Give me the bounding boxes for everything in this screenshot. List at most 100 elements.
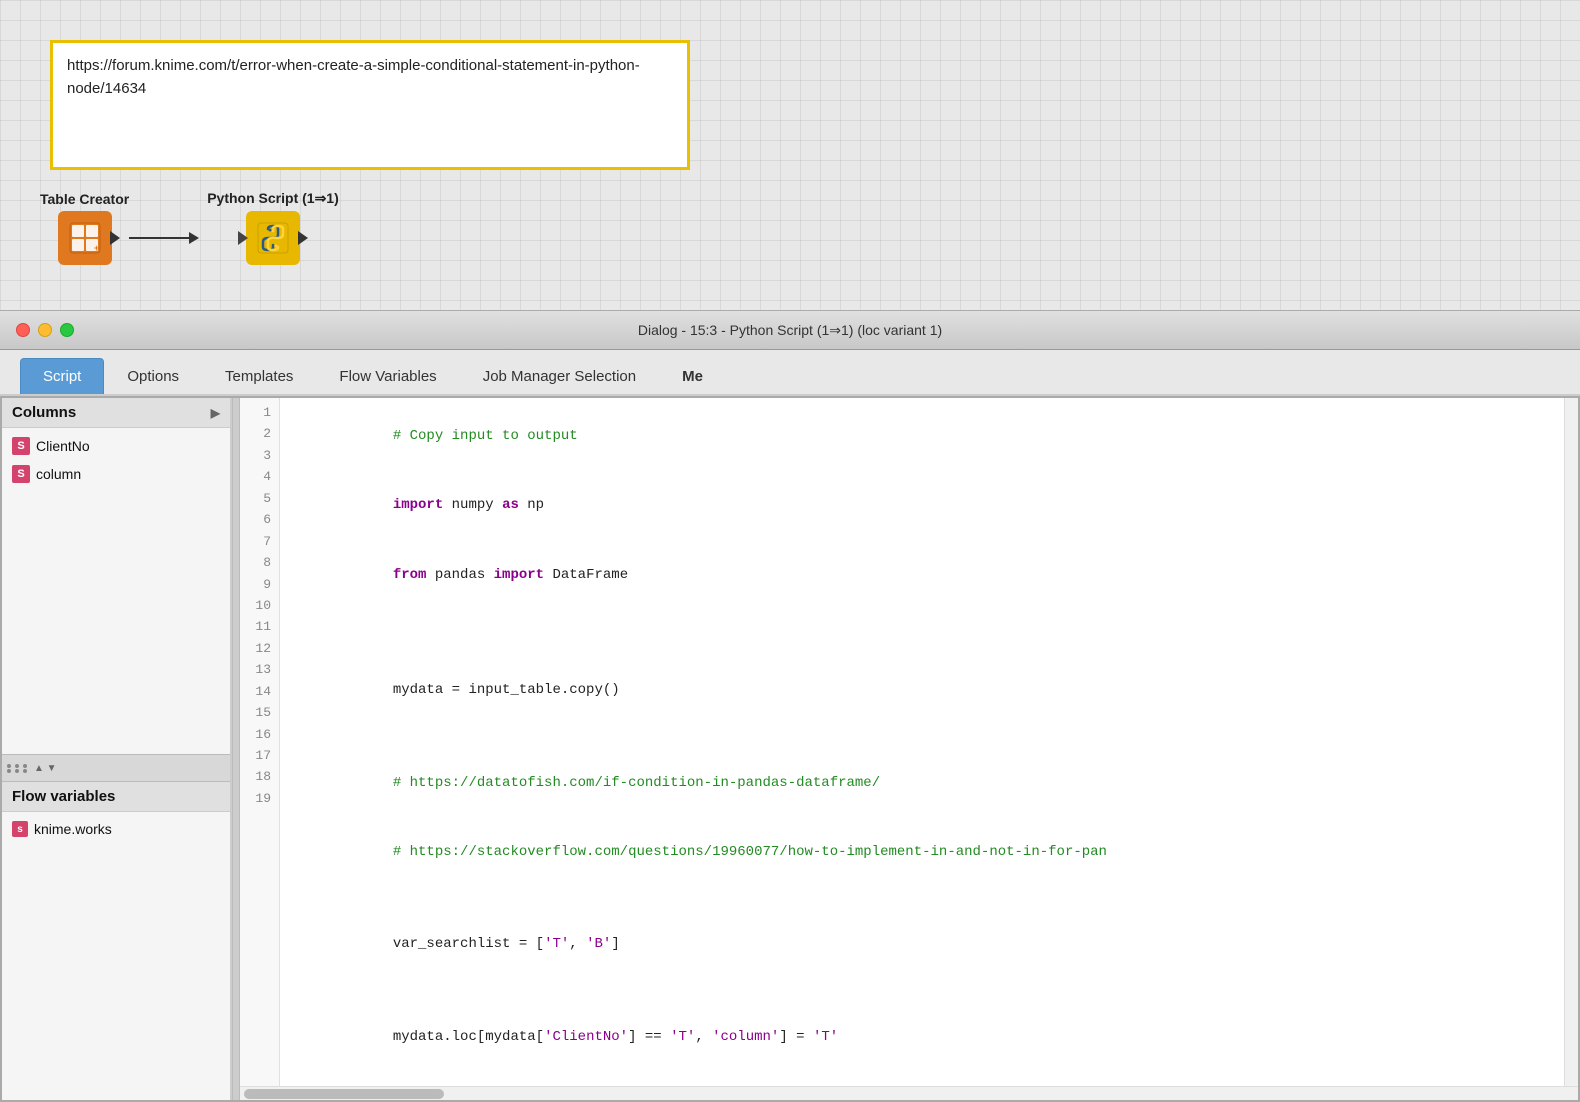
divider-dot [23, 764, 27, 768]
line-num-9: 9 [240, 574, 279, 595]
code-comment-8: # https://datatofish.com/if-condition-in… [393, 775, 880, 791]
divider-dot [7, 764, 11, 768]
minimize-button[interactable] [38, 323, 52, 337]
code-content: 1 2 3 4 5 6 7 8 9 10 11 12 13 14 15 16 1 [240, 398, 1578, 1086]
flow-var-item-knime[interactable]: s knime.works [2, 816, 230, 842]
code-str-t13: 'T' [670, 1029, 695, 1045]
code-dataframe: DataFrame [544, 567, 628, 583]
divider-dot [7, 769, 11, 773]
divider-dot [15, 769, 19, 773]
code-line-10 [292, 887, 1552, 910]
code-kw-as: as [502, 497, 519, 513]
code-line-7 [292, 725, 1552, 748]
tab-job-manager[interactable]: Job Manager Selection [460, 358, 659, 394]
tab-options[interactable]: Options [104, 358, 202, 394]
scrollbar-thumb[interactable] [244, 1089, 444, 1099]
code-str-t: 'T' [544, 936, 569, 952]
code-str-clientno13: 'ClientNo' [544, 1029, 628, 1045]
code-bracket-end: ] [611, 936, 619, 952]
divider-dot [23, 769, 27, 773]
code-comma: , [569, 936, 586, 952]
code-line-2: import numpy as np [292, 471, 1552, 540]
table-creator-output-port [110, 231, 120, 245]
line-num-10: 10 [240, 595, 279, 616]
code-str-b: 'B' [586, 936, 611, 952]
line-num-17: 17 [240, 745, 279, 766]
flow-variables-label: Flow variables [12, 788, 115, 805]
canvas-area: https://forum.knime.com/t/error-when-cre… [0, 0, 1580, 310]
horizontal-scrollbar[interactable] [240, 1086, 1578, 1100]
traffic-lights [16, 323, 74, 337]
title-bar: Dialog - 15:3 - Python Script (1⇒1) (loc… [0, 310, 1580, 350]
main-content: Columns ▶ S ClientNo S column [0, 396, 1580, 1102]
table-creator-svg: + [68, 221, 102, 255]
line-num-11: 11 [240, 616, 279, 637]
python-script-node[interactable]: Python Script (1⇒1) [207, 190, 339, 265]
tab-me[interactable]: Me [659, 358, 726, 394]
code-str-col13: 'column' [712, 1029, 779, 1045]
line-num-7: 7 [240, 531, 279, 552]
vertical-scrollbar[interactable] [1564, 398, 1578, 1086]
connector-arrow [189, 232, 199, 244]
line-num-8: 8 [240, 552, 279, 573]
tab-templates[interactable]: Templates [202, 358, 316, 394]
maximize-button[interactable] [60, 323, 74, 337]
columns-label: Columns [12, 404, 76, 421]
line-num-3: 3 [240, 445, 279, 466]
code-line-11: var_searchlist = ['T', 'B'] [292, 910, 1552, 979]
code-kw-import2: import [494, 567, 544, 583]
line-num-15: 15 [240, 702, 279, 723]
line-num-12: 12 [240, 638, 279, 659]
column-item-clientno[interactable]: S ClientNo [2, 432, 230, 460]
code-line-12 [292, 979, 1552, 1002]
line-num-18: 18 [240, 766, 279, 787]
code-line-5 [292, 633, 1552, 656]
url-text: https://forum.knime.com/t/error-when-cre… [67, 57, 640, 97]
clientno-type-badge: S [12, 437, 30, 455]
code-mydata-copy: mydata = input_table.copy() [393, 682, 620, 698]
code-str-val-t13: 'T' [813, 1029, 838, 1045]
column-type-badge: S [12, 465, 30, 483]
panel-section-divider[interactable]: ▲ ▼ [2, 754, 230, 782]
table-creator-label: Table Creator [40, 191, 129, 207]
url-box: https://forum.knime.com/t/error-when-cre… [50, 40, 690, 170]
code-kw-import: import [393, 497, 443, 513]
line-num-6: 6 [240, 509, 279, 530]
line-num-4: 4 [240, 466, 279, 487]
code-np: np [519, 497, 544, 513]
code-line-3: from pandas import DataFrame [292, 541, 1552, 610]
tab-flow-variables[interactable]: Flow Variables [316, 358, 459, 394]
line-num-14: 14 [240, 681, 279, 702]
divider-handle [6, 764, 28, 773]
dialog-title: Dialog - 15:3 - Python Script (1⇒1) (loc… [638, 322, 942, 339]
divider-dot [15, 764, 19, 768]
code-var-list-start: var_searchlist = [ [393, 936, 544, 952]
code-comment-1: # Copy input to output [393, 428, 578, 444]
flow-variables-header: Flow variables [2, 782, 230, 812]
line-num-13: 13 [240, 659, 279, 680]
knime-var-type-badge: s [12, 821, 28, 837]
line-num-1: 1 [240, 402, 279, 423]
column-item-column[interactable]: S column [2, 460, 230, 488]
columns-header: Columns ▶ [2, 398, 230, 428]
code-kw-from: from [393, 567, 427, 583]
divider-arrows: ▲ ▼ [34, 763, 57, 774]
columns-collapse-arrow[interactable]: ▶ [211, 406, 220, 420]
python-input-port [238, 231, 248, 245]
resize-handle[interactable] [232, 398, 240, 1100]
python-script-icon[interactable] [246, 211, 300, 265]
code-pandas: pandas [426, 567, 493, 583]
column-name: column [36, 466, 81, 482]
knime-var-name: knime.works [34, 821, 112, 837]
close-button[interactable] [16, 323, 30, 337]
table-creator-icon[interactable]: + [58, 211, 112, 265]
line-num-2: 2 [240, 423, 279, 444]
tab-script[interactable]: Script [20, 358, 104, 394]
clientno-name: ClientNo [36, 438, 90, 454]
table-creator-node[interactable]: Table Creator + [40, 191, 129, 265]
svg-text:+: + [94, 243, 99, 253]
code-lines[interactable]: # Copy input to output import numpy as n… [280, 398, 1564, 1086]
left-panel: Columns ▶ S ClientNo S column [2, 398, 232, 1100]
code-line-1: # Copy input to output [292, 402, 1552, 471]
code-comment-9: # https://stackoverflow.com/questions/19… [393, 844, 1107, 860]
